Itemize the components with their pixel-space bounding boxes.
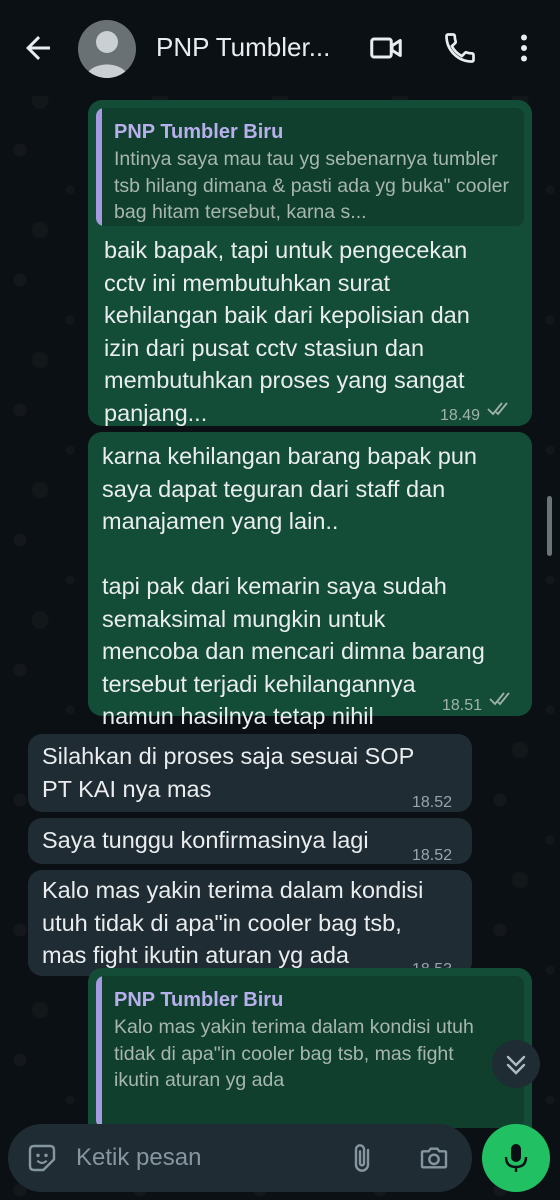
message-time: 18.51	[442, 697, 483, 714]
avatar[interactable]	[78, 20, 136, 78]
quote-bar	[96, 108, 102, 226]
chat-title[interactable]: PNP Tumbler...	[156, 32, 330, 63]
back-arrow-icon[interactable]	[20, 30, 56, 66]
chat-header: PNP Tumbler...	[0, 0, 560, 96]
message-text: Saya tunggu konfirmasinya lagi	[42, 827, 369, 853]
message-input[interactable]: Ketik pesan	[76, 1144, 201, 1172]
read-ticks-icon	[489, 692, 510, 706]
more-icon[interactable]	[506, 30, 542, 66]
quoted-message[interactable]: PNP Tumbler Biru Intinya saya mau tau yg…	[96, 108, 524, 226]
message-incoming[interactable]: Silahkan di proses saja sesuai SOP PT KA…	[28, 734, 472, 812]
scroll-to-bottom-button[interactable]	[492, 1040, 540, 1088]
quote-text: Intinya saya mau tau yg sebenarnya tumbl…	[114, 148, 509, 223]
chat-scrollbar[interactable]	[547, 496, 552, 556]
message-time: 18.52	[412, 847, 453, 864]
voice-call-icon[interactable]	[442, 30, 478, 66]
message-incoming[interactable]: Kalo mas yakin terima dalam kondisi utuh…	[28, 870, 472, 978]
quote-text: Kalo mas yakin terima dalam kondisi utuh…	[114, 1016, 474, 1091]
message-outgoing[interactable]: PNP Tumbler Biru Kalo mas yakin terima d…	[88, 968, 532, 1128]
video-call-icon[interactable]	[368, 30, 404, 66]
message-time: 18.49	[440, 407, 481, 424]
mic-icon	[504, 1144, 528, 1172]
message-incoming[interactable]: Saya tunggu konfirmasinya lagi 18.52	[28, 818, 472, 864]
emoji-icon[interactable]	[26, 1142, 58, 1174]
quote-sender: PNP Tumbler Biru	[114, 989, 284, 1011]
message-time: 18.52	[412, 794, 453, 811]
message-outgoing[interactable]: PNP Tumbler Biru Intinya saya mau tau yg…	[88, 100, 532, 426]
message-text: Kalo mas yakin terima dalam kondisi utuh…	[42, 877, 424, 968]
quote-bar	[96, 976, 102, 1128]
double-chevron-down-icon	[506, 1055, 526, 1075]
attach-icon[interactable]	[346, 1142, 378, 1174]
camera-icon[interactable]	[418, 1142, 450, 1174]
message-outgoing[interactable]: karna kehilangan barang bapak pun saya d…	[88, 432, 532, 729]
mic-button[interactable]	[482, 1124, 550, 1192]
quoted-message[interactable]: PNP Tumbler Biru Kalo mas yakin terima d…	[96, 976, 524, 1128]
quote-sender: PNP Tumbler Biru	[114, 121, 284, 143]
message-text: Silahkan di proses saja sesuai SOP PT KA…	[42, 743, 415, 802]
default-avatar-icon	[86, 31, 128, 78]
read-ticks-icon	[487, 402, 508, 416]
message-text: karna kehilangan barang bapak pun saya d…	[102, 443, 485, 729]
